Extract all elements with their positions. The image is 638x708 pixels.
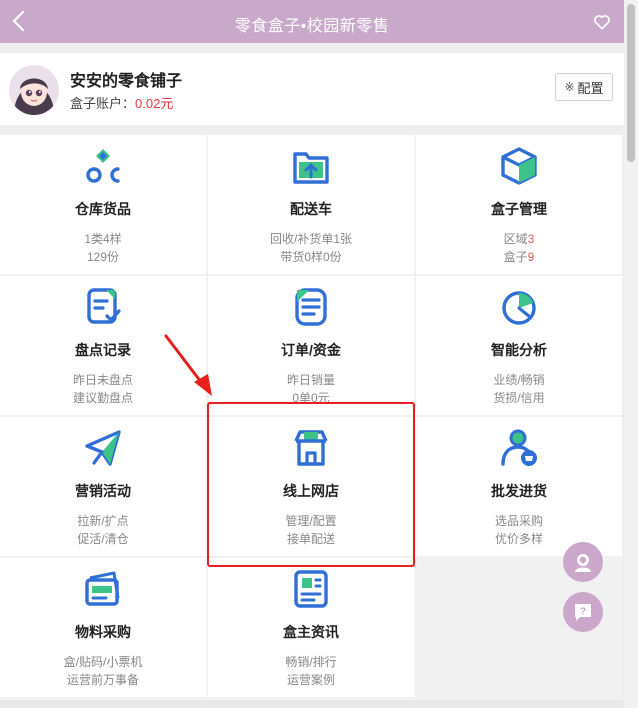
grid-item-delivery-cart[interactable]: 配送车 回收/补货单1张 带货0样0份 [208, 135, 414, 274]
grid-sub-line: 接单配送 [286, 532, 335, 546]
balance-label: 盒子账户： [70, 96, 136, 111]
store-name: 安安的零食铺子 [70, 73, 183, 90]
grid-label: 仓库货品 [75, 201, 131, 217]
scrollbar[interactable] [624, 0, 638, 708]
grid-item-wholesale[interactable]: 批发进货 选品采购 优价多样 [416, 417, 622, 556]
warehouse-goods-icon [86, 149, 120, 183]
material-purchase-icon [85, 571, 120, 606]
grid-sub-line: 129份 [86, 250, 120, 264]
grid-label: 订单/资金 [281, 342, 341, 358]
grid-sub-line: 管理/配置 [285, 514, 337, 528]
grid-label: 配送车 [290, 201, 332, 217]
config-button-label: 配置 [577, 80, 604, 96]
function-grid: 仓库货品 1类4样 129份 配送车 回收/补货单1张 带货0样0份 盒子管理 … [0, 135, 622, 700]
avatar-image [9, 65, 59, 115]
owner-news-icon [294, 570, 328, 608]
customer-service-button[interactable] [563, 542, 603, 582]
avatar[interactable] [9, 65, 59, 115]
grid-label: 盒子管理 [491, 201, 547, 217]
config-button[interactable]: ※ 配置 [555, 73, 613, 101]
grid-label: 营销活动 [75, 483, 131, 499]
region-label: 区域 [503, 232, 528, 246]
scroll-thumb[interactable] [627, 4, 635, 162]
grid-item-box-manage[interactable]: 盒子管理 区域3 盒子9 [416, 135, 622, 274]
grid-sub-line: 货损/信用 [493, 391, 545, 405]
grid-item-order-funds[interactable]: 订单/资金 昨日销量 0单0元 [208, 276, 414, 415]
grid-sub-line: 区域3 [416, 230, 622, 247]
wholesale-icon [501, 429, 537, 466]
help-question-icon: ? [575, 604, 591, 621]
marketing-icon [85, 430, 121, 466]
box-count: 9 [527, 250, 535, 264]
grid-sub-line: 运营案例 [286, 673, 335, 687]
order-funds-icon [295, 288, 327, 326]
grid-sub-line: 0单0元 [292, 391, 330, 405]
delivery-cart-icon [293, 152, 329, 184]
favorite-heart-icon[interactable] [592, 12, 612, 32]
annotation-arrow-icon [164, 334, 212, 396]
grid-item-marketing[interactable]: 营销活动 拉新/扩点 促活/清仓 [0, 417, 206, 556]
svg-text:?: ? [580, 607, 586, 618]
grid-label: 批发进货 [491, 483, 547, 499]
grid-sub-line: 盒/贴码/小票机 [63, 655, 143, 669]
store-card: 安安的零食铺子 盒子账户：0.02元 ※ 配置 [0, 53, 624, 125]
page-title: 零食盒子•校园新零售 [234, 18, 390, 35]
grid-label: 智能分析 [491, 342, 547, 358]
grid-label: 物料采购 [75, 624, 131, 640]
grid-label: 线上网店 [283, 483, 339, 499]
grid-sub-line: 回收/补货单1张 [269, 232, 352, 246]
customer-service-icon [575, 554, 591, 572]
grid-sub-line: 促活/清仓 [77, 532, 129, 546]
balance-value: 0.02元 [135, 96, 174, 111]
grid-label: 盒主资讯 [283, 624, 339, 640]
grid-sub-line: 拉新/扩点 [77, 514, 129, 528]
grid-item-smart-analysis[interactable]: 智能分析 业绩/畅销 货损/信用 [416, 276, 622, 415]
grid-sub-line: 运营前万事备 [66, 673, 139, 687]
box-label: 盒子 [503, 250, 528, 264]
smart-analysis-icon [502, 291, 536, 325]
box-manage-icon [501, 147, 537, 185]
grid-sub-line: 昨日销量 [286, 373, 335, 387]
grid-sub-line: 带货0样0份 [280, 250, 342, 264]
grid-item-online-store[interactable]: 线上网店 管理/配置 接单配送 [208, 417, 414, 556]
grid-sub-line: 盒子9 [416, 248, 622, 265]
region-count: 3 [527, 232, 535, 246]
grid-item-owner-news[interactable]: 盒主资讯 畅销/排行 运营案例 [208, 558, 414, 697]
grid-item-warehouse[interactable]: 仓库货品 1类4样 129份 [0, 135, 206, 274]
help-button[interactable]: ? [563, 592, 603, 632]
balance-row: 盒子账户：0.02元 [70, 93, 173, 112]
top-bar: 零食盒子•校园新零售 [0, 0, 624, 43]
online-store-icon [294, 430, 328, 466]
grid-sub-line: 业绩/畅销 [493, 373, 545, 387]
config-icon: ※ [564, 80, 575, 94]
bottom-strip [0, 700, 624, 708]
grid-sub-line: 畅销/排行 [285, 655, 337, 669]
grid-item-material-purchase[interactable]: 物料采购 盒/贴码/小票机 运营前万事备 [0, 558, 206, 697]
grid-sub-line: 选品采购 [494, 514, 543, 528]
inventory-record-icon [87, 288, 121, 324]
grid-sub-line: 1类4样 [84, 232, 122, 246]
